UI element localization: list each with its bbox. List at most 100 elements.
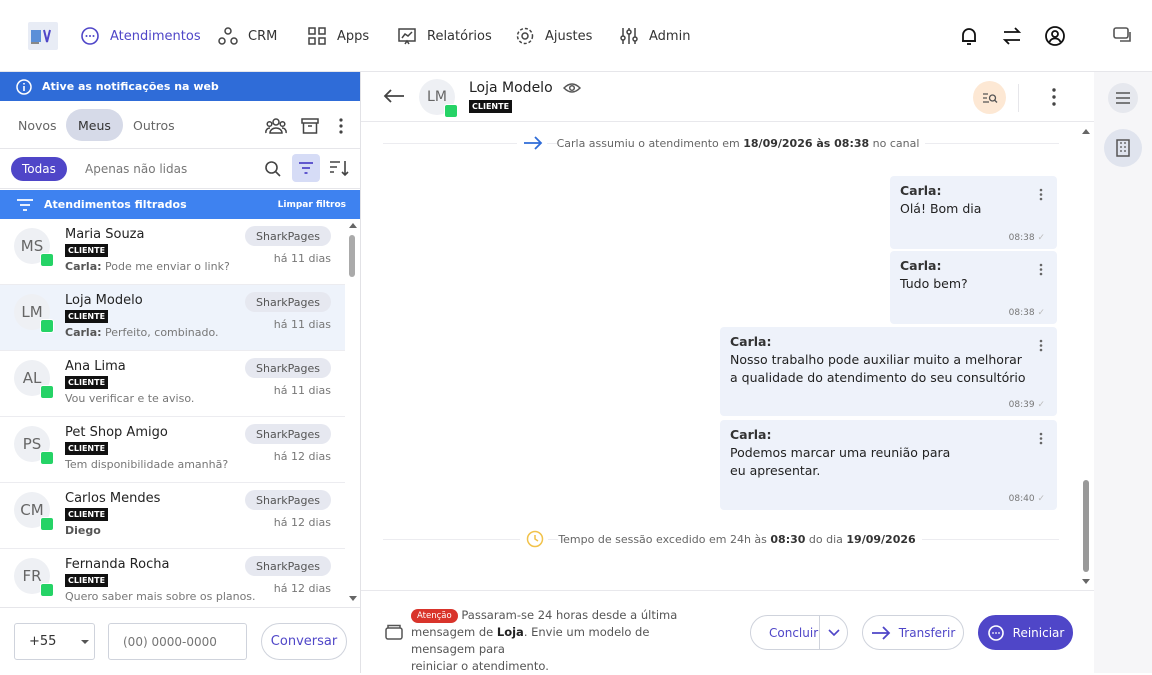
nav-label: Apps [337,28,370,44]
client-badge: CLIENTE [469,100,513,113]
country-code-select[interactable]: +55 [14,623,95,660]
phone-input[interactable] [108,623,247,660]
concluir-button[interactable]: Concluir [750,615,848,650]
report-chart-icon [397,26,417,46]
system-message-session: Tempo de sessão excedido em 24h às 08:30… [383,529,1059,549]
message-time: 08:38 ✓ [1008,308,1045,318]
nav-crm[interactable]: CRM [218,24,277,48]
chat-bubble-icon [987,624,1005,642]
search-icon[interactable] [264,160,282,178]
sort-icon[interactable] [329,159,349,177]
app-logo[interactable] [28,22,58,50]
whatsapp-icon [40,385,54,399]
relative-time: há 12 dias [273,582,331,595]
nav-apps[interactable]: Apps [307,24,369,48]
message-text: Tudo bem? [900,276,968,291]
client-badge: CLIENTE [65,244,109,257]
nav-atendimentos[interactable]: Atendimentos [80,24,201,48]
header-divider [1018,84,1019,112]
message-menu-icon[interactable] [1039,432,1043,445]
filtered-banner: Atendimentos filtrados Limpar filtros [0,190,360,219]
nav-label: Admin [649,28,691,44]
relative-time: há 11 dias [273,252,331,265]
conversation-row[interactable]: PS Pet Shop Amigo CLIENTE Tem disponibil… [0,417,345,483]
check-icon: ✓ [1037,400,1045,410]
message-bubble[interactable]: Carla: Podemos marcar uma reunião para e… [720,420,1057,510]
chevron-down-icon[interactable] [819,616,848,649]
channel-tag: SharkPages [245,226,331,246]
chat-scrollbar[interactable] [1079,122,1093,590]
conversar-button[interactable]: Conversar [261,623,347,660]
message-bubble[interactable]: Carla: Nosso trabalho pode auxiliar muit… [720,327,1057,416]
nav-ajustes[interactable]: Ajustes [515,24,592,48]
nav-label: Relatórios [427,28,492,44]
last-message: Vou verificar e te aviso. [65,392,195,405]
notification-banner[interactable]: Ative as notificações na web [0,72,360,101]
contact-name: Maria Souza [65,227,145,242]
filter-nao-lidas[interactable]: Apenas não lidas [74,157,198,181]
conversation-row[interactable]: CM Carlos Mendes CLIENTE Diego SharkPage… [0,483,345,549]
nav-admin[interactable]: Admin [619,24,690,48]
chat-contact-name[interactable]: Loja Modelo [469,80,553,96]
tab-outros[interactable]: Outros [121,109,187,141]
conversation-row[interactable]: FR Fernanda Rocha CLIENTE Quero saber ma… [0,549,345,607]
message-menu-icon[interactable] [1039,188,1043,201]
reiniciar-button[interactable]: Reiniciar [978,615,1073,650]
whatsapp-icon [444,104,458,118]
building-icon[interactable] [1104,129,1142,167]
menu-lines-icon[interactable] [1108,83,1138,113]
chat-header: LM Loja Modelo CLIENTE [361,72,1094,122]
bell-icon[interactable] [958,25,980,47]
client-badge: CLIENTE [65,508,109,521]
chats-icon[interactable] [1112,25,1134,47]
clock-icon [520,530,549,548]
last-message: Carla: Perfeito, combinado. [65,326,219,339]
last-message: Diego [65,524,101,537]
tab-novos[interactable]: Novos [6,109,69,141]
filter-todas[interactable]: Todas [11,157,67,181]
contact-name: Pet Shop Amigo [65,425,168,440]
swap-arrows-icon[interactable] [1001,25,1023,47]
last-message: Carla: Pode me enviar o link? [65,260,230,273]
filter-lines-icon [16,198,34,212]
conversation-list: MS Maria Souza CLIENTE Carla: Pode me en… [0,219,345,607]
more-vertical-icon[interactable] [334,117,348,135]
team-icon[interactable] [265,116,287,136]
transferir-button[interactable]: Transferir [862,615,964,650]
session-expired-notice: Atenção Passaram-se 24 horas desde a últ… [411,608,678,673]
message-bubble[interactable]: Carla: Tudo bem? 08:38 ✓ [890,251,1057,324]
message-menu-icon[interactable] [1039,339,1043,352]
user-circle-icon[interactable] [1044,25,1066,47]
whatsapp-icon [40,319,54,333]
client-badge: CLIENTE [65,442,109,455]
conversation-row[interactable]: LM Loja Modelo CLIENTE Carla: Perfeito, … [0,285,345,351]
back-arrow-icon[interactable] [383,88,405,104]
search-messages-icon[interactable] [973,81,1006,114]
nav-relatorios[interactable]: Relatórios [397,24,492,48]
message-bubble[interactable]: Carla: Olá! Bom dia 08:38 ✓ [890,176,1057,249]
message-time: 08:38 ✓ [1008,233,1045,243]
archive-icon[interactable] [300,116,320,136]
relative-time: há 11 dias [273,318,331,331]
message-time: 08:39 ✓ [1008,400,1045,410]
more-vertical-icon[interactable] [1047,87,1061,107]
new-chat-bar: +55 Conversar [0,607,360,673]
eye-icon[interactable] [563,82,581,94]
clear-filters-link[interactable]: Limpar filtros [278,200,346,210]
message-time: 08:40 ✓ [1008,494,1045,504]
tab-meus[interactable]: Meus [66,109,123,141]
conversation-row[interactable]: MS Maria Souza CLIENTE Carla: Pode me en… [0,219,345,285]
message-text: Olá! Bom dia [900,201,982,216]
filtered-label: Atendimentos filtrados [44,198,187,211]
template-tray-icon[interactable] [385,623,403,641]
arrow-right-icon [516,136,547,150]
check-icon: ✓ [1037,233,1045,243]
filter-icon[interactable] [292,154,320,182]
message-author: Carla: [900,183,942,198]
last-message: Quero saber mais sobre os planos. [65,590,256,603]
channel-tag: SharkPages [245,292,331,312]
message-menu-icon[interactable] [1039,263,1043,276]
contact-name: Ana Lima [65,359,126,374]
list-scrollbar[interactable] [346,219,360,607]
conversation-row[interactable]: AL Ana Lima CLIENTE Vou verificar e te a… [0,351,345,417]
